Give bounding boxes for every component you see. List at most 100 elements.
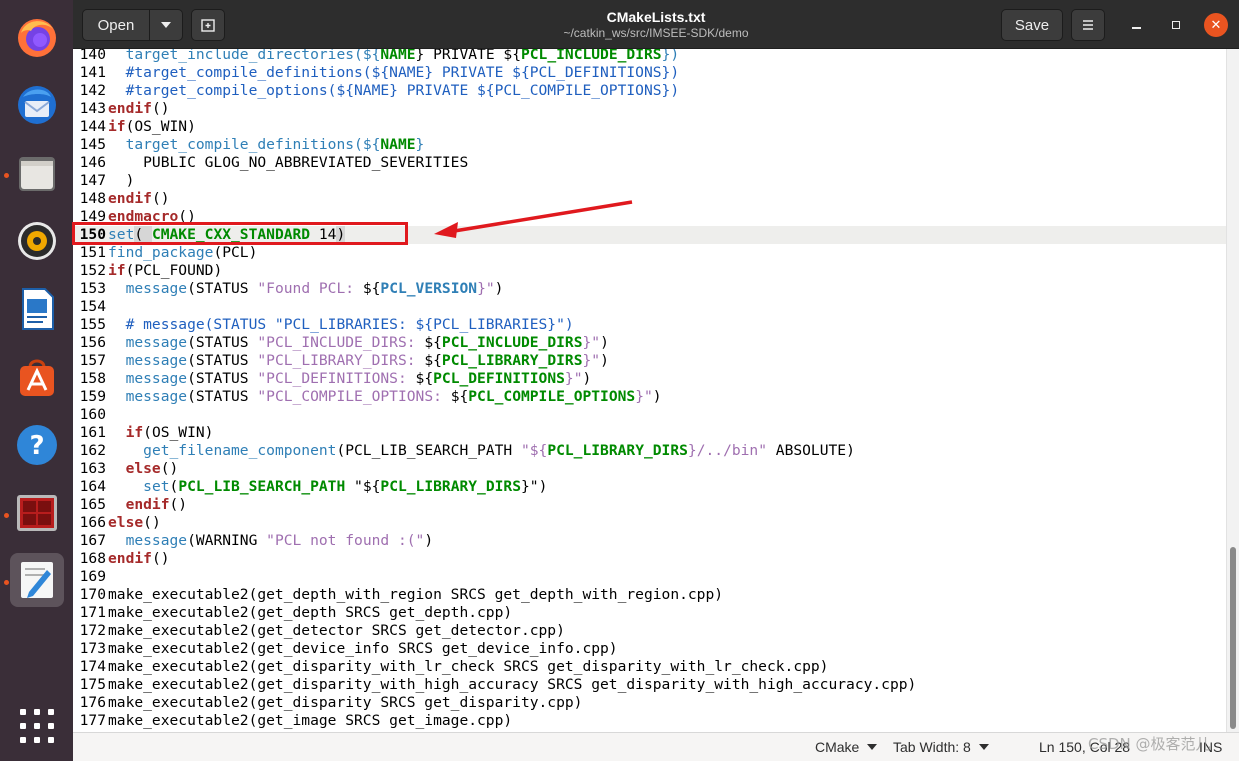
code-line[interactable]: 171 make_executable2(get_depth SRCS get_d… bbox=[73, 604, 1226, 622]
code-line[interactable]: 168 endif() bbox=[73, 550, 1226, 568]
window-title: CMakeLists.txt bbox=[606, 9, 706, 25]
code-line[interactable]: 144 if(OS_WIN) bbox=[73, 118, 1226, 136]
close-button[interactable]: ✕ bbox=[1204, 13, 1228, 37]
code-line[interactable]: 175 make_executable2(get_disparity_with_h… bbox=[73, 676, 1226, 694]
code-token: (OS_WIN) bbox=[143, 424, 214, 441]
line-number: 159 bbox=[79, 388, 106, 405]
code-token: ${ bbox=[362, 280, 381, 297]
code-line[interactable]: 152 if(PCL_FOUND) bbox=[73, 262, 1226, 280]
code-token: endif bbox=[108, 550, 152, 567]
dock-rhythmbox[interactable] bbox=[10, 214, 64, 268]
dock-software[interactable] bbox=[10, 350, 64, 404]
line-code: make_executable2(get_device_info SRCS ge… bbox=[106, 640, 618, 658]
code-line[interactable]: 163 else() bbox=[73, 460, 1226, 478]
code-token: # message(STATUS "PCL_LIBRARIES: ${PCL_L… bbox=[108, 316, 574, 333]
code-token: (PCL) bbox=[213, 244, 258, 261]
code-line[interactable]: 164 set(PCL_LIB_SEARCH_PATH "${PCL_LIBRA… bbox=[73, 478, 1226, 496]
code-line[interactable]: 142 #target_compile_options(${NAME} PRIV… bbox=[73, 82, 1226, 100]
code-line[interactable]: 157 message(STATUS "PCL_LIBRARY_DIRS: ${… bbox=[73, 352, 1226, 370]
dock-text-editor[interactable] bbox=[10, 553, 64, 607]
maximize-button[interactable] bbox=[1164, 13, 1188, 37]
code-line[interactable]: 158 message(STATUS "PCL_DEFINITIONS: ${P… bbox=[73, 370, 1226, 388]
show-applications-icon[interactable] bbox=[20, 709, 54, 743]
save-button[interactable]: Save bbox=[1001, 9, 1063, 41]
code-token: }" bbox=[582, 352, 601, 369]
code-line[interactable]: 172 make_executable2(get_detector SRCS ge… bbox=[73, 622, 1226, 640]
code-line[interactable]: 143 endif() bbox=[73, 100, 1226, 118]
header-bar: Open CMakeLists.txt ~/catkin_ws/src/IMSE… bbox=[73, 0, 1239, 49]
code-token: make_executable2(get_depth SRCS get_dept… bbox=[108, 604, 513, 621]
code-token: if bbox=[108, 262, 126, 279]
text-editor-area[interactable]: 140 target_include_directories(${NAME} P… bbox=[73, 49, 1226, 732]
dock-help[interactable]: ? bbox=[10, 418, 64, 472]
code-line[interactable]: 147 ) bbox=[73, 172, 1226, 190]
line-code: if(OS_WIN) bbox=[106, 424, 214, 442]
scrollbar-thumb[interactable] bbox=[1230, 547, 1236, 729]
dock-firefox[interactable] bbox=[10, 10, 64, 64]
tab-width-selector[interactable]: Tab Width: 8 bbox=[893, 739, 989, 755]
code-line[interactable]: 177 make_executable2(get_image SRCS get_i… bbox=[73, 712, 1226, 730]
code-line[interactable]: 161 if(OS_WIN) bbox=[73, 424, 1226, 442]
code-token: } bbox=[415, 136, 425, 153]
open-menu-button[interactable] bbox=[149, 9, 183, 41]
vertical-scrollbar[interactable] bbox=[1226, 49, 1239, 732]
dock-files[interactable] bbox=[10, 146, 64, 200]
language-selector[interactable]: CMake bbox=[815, 739, 878, 755]
code-line[interactable]: 167 message(WARNING "PCL not found :(") bbox=[73, 532, 1226, 550]
line-number: 173 bbox=[79, 640, 106, 657]
code-line[interactable]: 169 bbox=[73, 568, 1226, 586]
code-line[interactable]: 148 endif() bbox=[73, 190, 1226, 208]
code-line[interactable]: 146 PUBLIC GLOG_NO_ABBREVIATED_SEVERITIE… bbox=[73, 154, 1226, 172]
code-line[interactable]: 141 #target_compile_definitions(${NAME} … bbox=[73, 64, 1226, 82]
code-token: ${ bbox=[450, 388, 469, 405]
dock-thunderbird[interactable] bbox=[10, 78, 64, 132]
code-token: ) bbox=[600, 352, 609, 369]
minimize-button[interactable] bbox=[1124, 13, 1148, 37]
line-number: 154 bbox=[79, 298, 106, 315]
code-token: ) bbox=[494, 280, 504, 297]
dock-terminal[interactable] bbox=[10, 486, 64, 540]
line-number: 146 bbox=[79, 154, 106, 171]
code-line[interactable]: 154 bbox=[73, 298, 1226, 316]
code-token: (STATUS bbox=[187, 370, 258, 387]
line-number: 172 bbox=[79, 622, 106, 639]
code-token: () bbox=[151, 100, 170, 117]
line-code: #target_compile_options(${NAME} PRIVATE … bbox=[106, 82, 680, 100]
line-code: else() bbox=[106, 514, 161, 532]
open-button[interactable]: Open bbox=[82, 9, 150, 41]
line-code: endif() bbox=[106, 496, 188, 514]
code-line[interactable]: 170 make_executable2(get_depth_with_regio… bbox=[73, 586, 1226, 604]
dock-writer[interactable] bbox=[10, 282, 64, 336]
code-token: message bbox=[125, 334, 188, 351]
code-token: #target_compile_definitions(${NAME} PRIV… bbox=[108, 64, 680, 81]
new-tab-button[interactable] bbox=[191, 9, 225, 41]
code-line[interactable]: 145 target_compile_definitions(${NAME} bbox=[73, 136, 1226, 154]
code-line[interactable]: 162 get_filename_component(PCL_LIB_SEARC… bbox=[73, 442, 1226, 460]
code-line[interactable]: 166 else() bbox=[73, 514, 1226, 532]
code-token: (WARNING bbox=[187, 532, 267, 549]
code-token: NAME bbox=[380, 136, 416, 153]
code-line[interactable]: 140 target_include_directories(${NAME} P… bbox=[73, 49, 1226, 64]
code-line[interactable]: 153 message(STATUS "Found PCL: ${PCL_VER… bbox=[73, 280, 1226, 298]
code-line[interactable]: 159 message(STATUS "PCL_COMPILE_OPTIONS:… bbox=[73, 388, 1226, 406]
code-line[interactable]: 165 endif() bbox=[73, 496, 1226, 514]
code-line[interactable]: 173 make_executable2(get_device_info SRCS… bbox=[73, 640, 1226, 658]
code-token: find_package bbox=[108, 244, 214, 261]
code-line[interactable]: 160 bbox=[73, 406, 1226, 424]
running-indicator bbox=[4, 173, 9, 178]
code-line[interactable]: 155 # message(STATUS "PCL_LIBRARIES: ${P… bbox=[73, 316, 1226, 334]
line-code: ) bbox=[106, 172, 135, 190]
hamburger-menu-button[interactable] bbox=[1071, 9, 1105, 41]
code-line[interactable]: 156 message(STATUS "PCL_INCLUDE_DIRS: ${… bbox=[73, 334, 1226, 352]
line-number: 151 bbox=[79, 244, 106, 261]
code-token: }/../bin" bbox=[687, 442, 767, 459]
code-line[interactable]: 176 make_executable2(get_disparity SRCS g… bbox=[73, 694, 1226, 712]
code-line[interactable]: 174 make_executable2(get_disparity_with_l… bbox=[73, 658, 1226, 676]
code-token: () bbox=[151, 190, 170, 207]
code-token: PCL_INCLUDE_DIRS bbox=[441, 334, 583, 351]
line-code: #target_compile_definitions(${NAME} PRIV… bbox=[106, 64, 680, 82]
code-line[interactable]: 151 find_package(PCL) bbox=[73, 244, 1226, 262]
